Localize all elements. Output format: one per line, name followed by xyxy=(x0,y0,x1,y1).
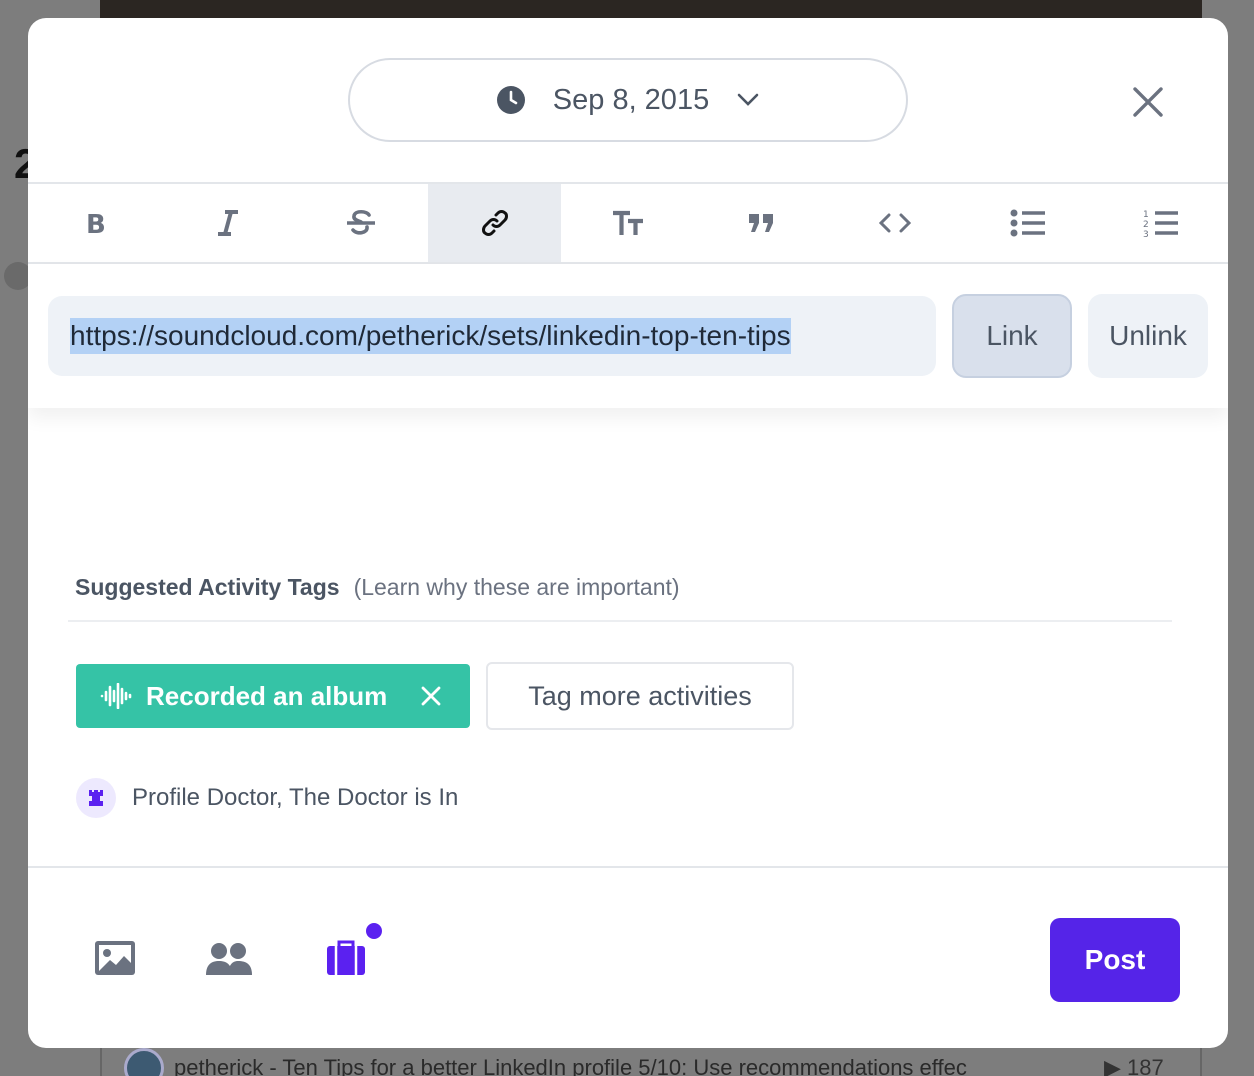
svg-text:1: 1 xyxy=(1143,210,1149,220)
badge-label: Profile Doctor, The Doctor is In xyxy=(132,784,459,811)
code-button[interactable] xyxy=(828,184,961,262)
unlink-button[interactable]: Unlink xyxy=(1088,294,1208,378)
remove-tag-button[interactable] xyxy=(421,686,441,706)
tags-heading: Suggested Activity Tags xyxy=(75,574,340,600)
link-button[interactable] xyxy=(427,184,562,262)
quote-button[interactable] xyxy=(695,184,828,262)
svg-text:3: 3 xyxy=(1143,230,1149,238)
numbered-list-icon: 1 2 3 xyxy=(1143,210,1179,238)
link-icon xyxy=(481,210,508,236)
badge-row: Profile Doctor, The Doctor is In xyxy=(76,778,458,818)
date-picker[interactable]: Sep 8, 2015 xyxy=(348,58,908,142)
background-avatar xyxy=(124,1048,164,1076)
selected-activity-tag: Recorded an album xyxy=(76,664,470,728)
date-label: Sep 8, 2015 xyxy=(552,83,710,116)
text-size-icon xyxy=(612,210,643,235)
tags-header: Suggested Activity Tags (Learn why these… xyxy=(75,574,680,601)
bold-button[interactable]: B xyxy=(28,184,161,262)
svg-text:B: B xyxy=(86,210,106,236)
post-modal: Sep 8, 2015 B 1 2 3 https://soundcloud.c… xyxy=(28,18,1228,1048)
image-icon[interactable] xyxy=(94,940,136,976)
background-play-count: ▶ 187 xyxy=(1104,1055,1164,1076)
code-icon xyxy=(878,213,911,233)
url-input-value: https://soundcloud.com/petherick/sets/li… xyxy=(70,318,791,354)
clock-icon xyxy=(496,86,525,114)
link-editor: https://soundcloud.com/petherick/sets/li… xyxy=(28,264,1228,408)
italic-button[interactable] xyxy=(161,184,294,262)
strikethrough-button[interactable] xyxy=(295,184,428,262)
background-feed-text: petherick - Ten Tips for a better Linked… xyxy=(174,1055,967,1076)
tags-divider xyxy=(68,620,1172,622)
formatting-toolbar: B 1 2 3 xyxy=(28,182,1228,264)
selected-tag-label: Recorded an album xyxy=(146,680,388,711)
bold-icon: B xyxy=(86,210,106,236)
strikethrough-icon xyxy=(347,209,376,235)
learn-why-link[interactable]: (Learn why these are important) xyxy=(354,574,680,601)
audio-wave-icon xyxy=(100,683,132,709)
background-feed-item: petherick - Ten Tips for a better Linked… xyxy=(100,1046,1202,1076)
people-icon[interactable] xyxy=(206,942,252,976)
chevron-down-icon xyxy=(737,93,759,106)
bulleted-list-icon xyxy=(1010,209,1045,237)
background-hero-image xyxy=(100,0,1202,18)
close-icon xyxy=(421,686,441,706)
svg-text:2: 2 xyxy=(1143,220,1149,230)
link-apply-button[interactable]: Link xyxy=(952,294,1072,378)
notification-dot xyxy=(366,923,382,939)
italic-icon xyxy=(217,210,238,236)
text-size-button[interactable] xyxy=(561,184,694,262)
bulleted-list-button[interactable] xyxy=(961,184,1094,262)
tag-more-activities-button[interactable]: Tag more activities xyxy=(486,662,794,730)
modal-footer: Post xyxy=(28,866,1228,1048)
url-input[interactable]: https://soundcloud.com/petherick/sets/li… xyxy=(48,296,936,376)
briefcase-icon[interactable] xyxy=(326,940,366,976)
rook-icon xyxy=(76,778,116,818)
numbered-list-button[interactable]: 1 2 3 xyxy=(1095,184,1228,262)
close-icon[interactable] xyxy=(1130,84,1166,120)
quote-icon xyxy=(749,214,774,232)
post-button[interactable]: Post xyxy=(1050,918,1180,1002)
